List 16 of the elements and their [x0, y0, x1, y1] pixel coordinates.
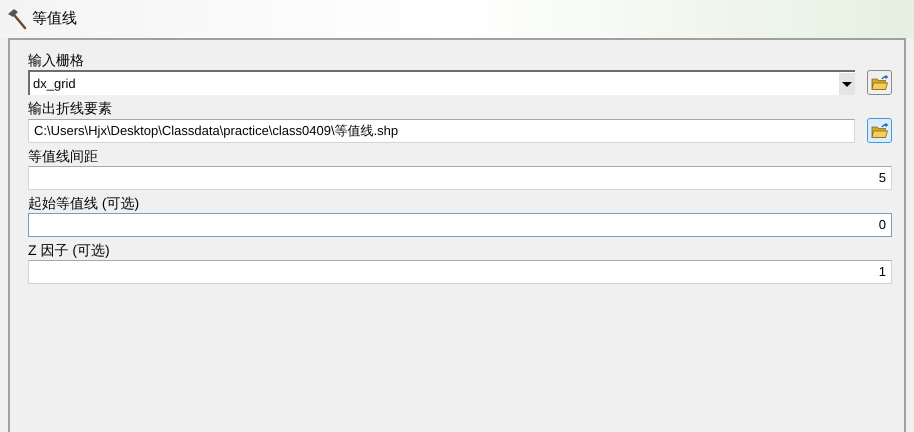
folder-icon	[870, 122, 888, 138]
text-field[interactable]: 1	[28, 260, 892, 284]
browse-button[interactable]	[867, 118, 892, 143]
field-label: 起始等值线 (可选)	[28, 194, 140, 213]
field-label: 等值线间距	[28, 147, 99, 166]
field-label: Z 因子 (可选)	[28, 241, 111, 260]
text-field[interactable]: C:\Users\Hjx\Desktop\Classdata\practice\class0409\等值线.shp	[28, 118, 855, 142]
field-label: 输入栅格	[28, 51, 85, 70]
field-label: 输出折线要素	[28, 99, 113, 118]
hammer-icon	[6, 8, 28, 30]
raster-dropdown[interactable]: dx_grid	[28, 70, 855, 95]
browse-button[interactable]	[867, 70, 892, 95]
folder-icon	[870, 74, 888, 90]
window-title: 等值线	[32, 8, 77, 29]
text-field[interactable]: 0	[28, 213, 892, 237]
text-field[interactable]: 5	[28, 166, 892, 190]
